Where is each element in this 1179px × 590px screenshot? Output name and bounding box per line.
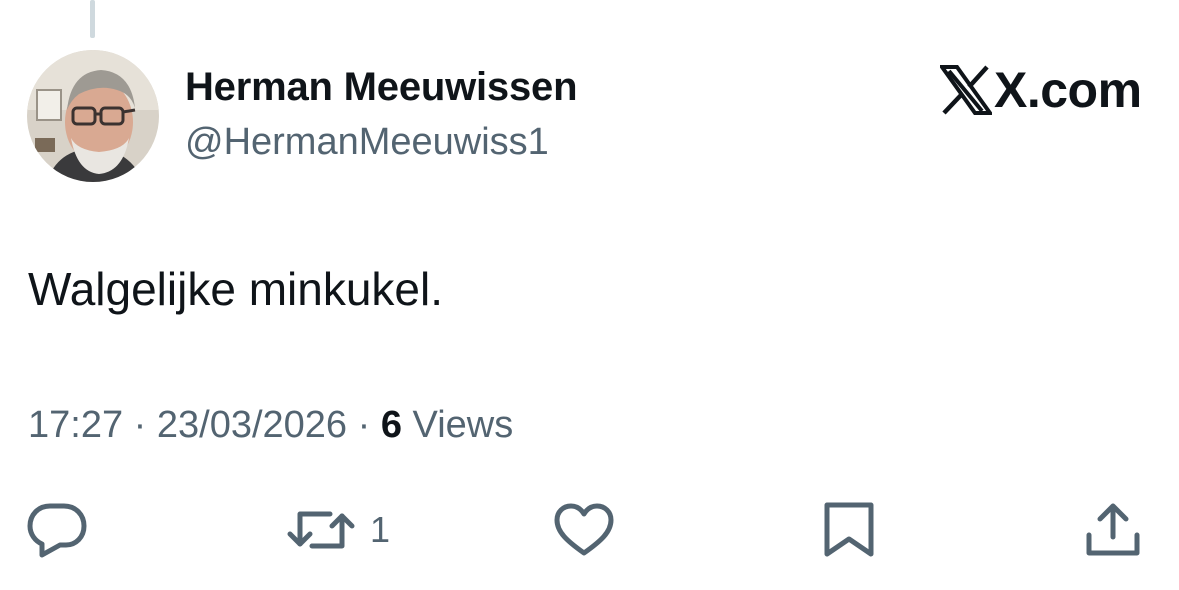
repost-icon — [287, 511, 355, 549]
tweet-text: Walgelijke minkukel. — [28, 263, 443, 315]
views-count: 6 — [380, 404, 402, 446]
brand-text: X.com — [994, 62, 1142, 118]
action-bar: 1 — [0, 500, 1179, 560]
repost-button[interactable]: 1 — [286, 500, 390, 560]
like-button[interactable] — [553, 500, 615, 560]
bookmark-button[interactable] — [822, 500, 876, 560]
thread-connector-line — [90, 0, 95, 38]
author-handle[interactable]: @HermanMeeuwiss1 — [185, 121, 549, 164]
x-logo-icon — [940, 65, 992, 115]
tweet-meta: 17:27 · 23/03/2026 · 6 Views — [28, 404, 513, 447]
meta-separator: · — [133, 404, 147, 446]
tweet-date[interactable]: 23/03/2026 — [157, 404, 347, 446]
meta-separator: · — [357, 404, 371, 446]
share-icon — [1086, 503, 1140, 556]
reply-button[interactable] — [26, 500, 88, 560]
share-button[interactable] — [1084, 500, 1142, 560]
bookmark-icon — [824, 502, 874, 557]
views-label: Views — [412, 404, 514, 446]
author-display-name[interactable]: Herman Meeuwissen — [185, 65, 578, 110]
reply-icon — [27, 503, 87, 558]
brand-watermark: X.com — [940, 60, 1142, 120]
heart-icon — [554, 503, 614, 556]
avatar[interactable] — [27, 50, 159, 182]
repost-count: 1 — [370, 509, 391, 550]
tweet-time[interactable]: 17:27 — [28, 404, 123, 446]
